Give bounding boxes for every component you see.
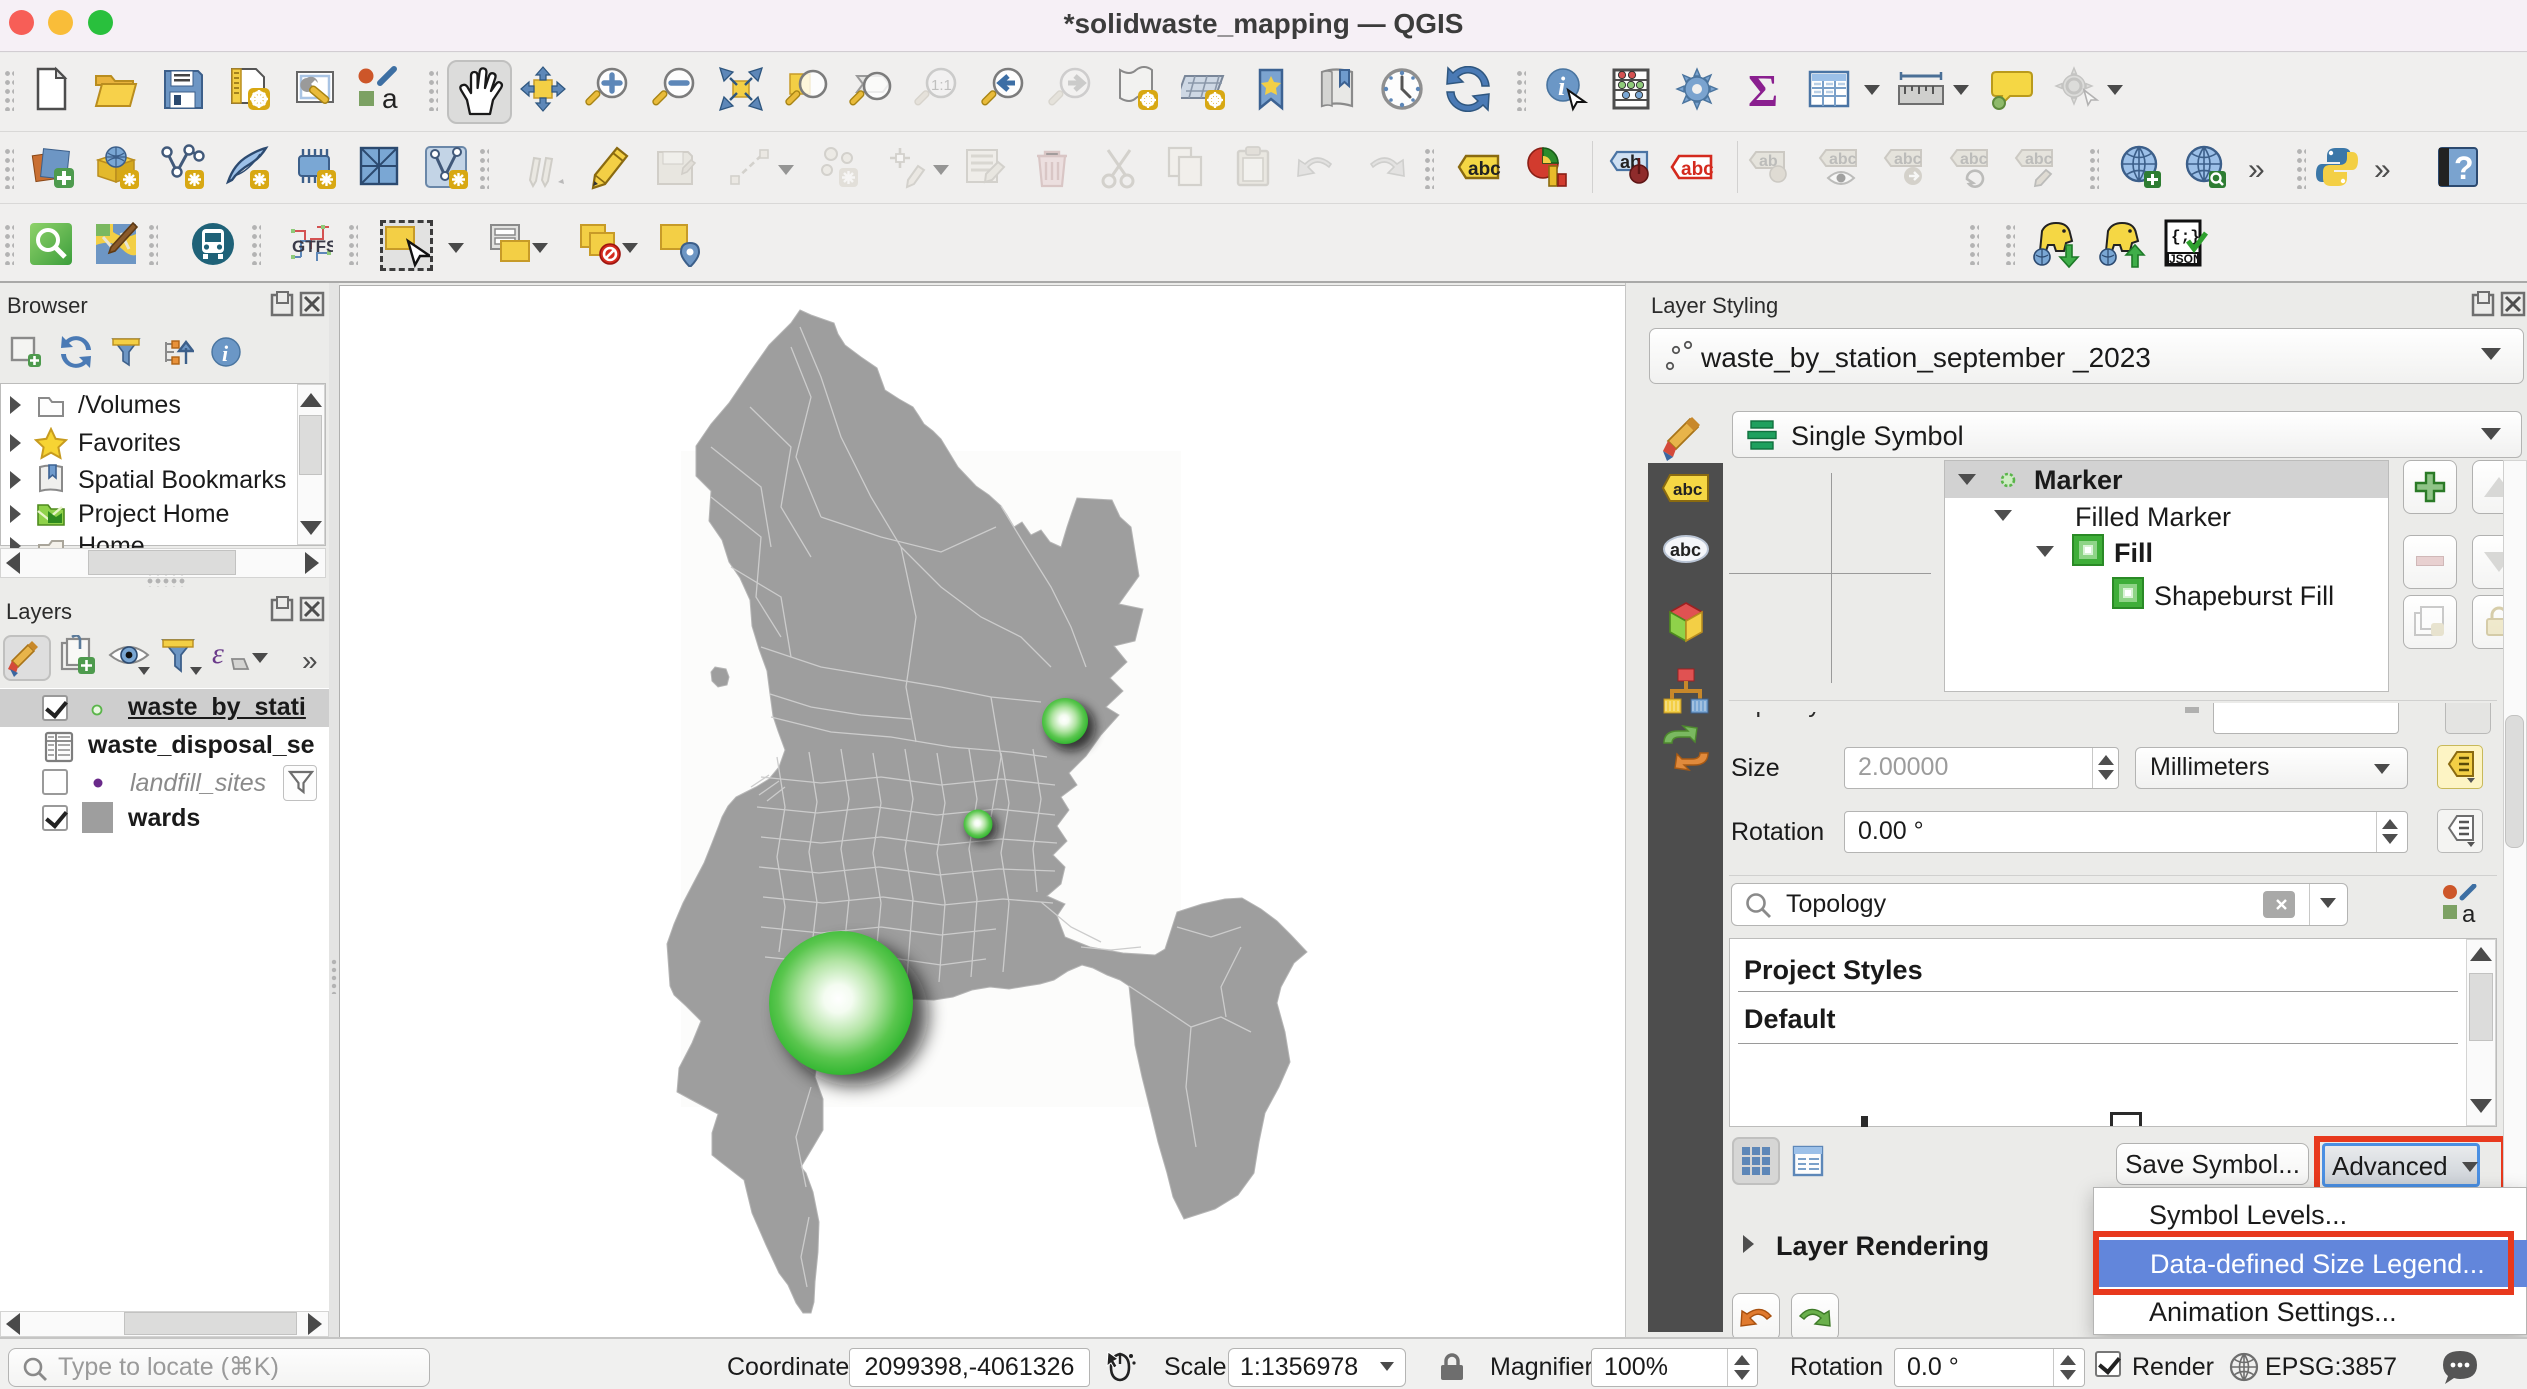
svg-text:abc: abc bbox=[2025, 151, 2053, 168]
svg-text:abc: abc bbox=[1670, 540, 1701, 560]
svg-text:a: a bbox=[2462, 901, 2476, 926]
svg-text:Σ: Σ bbox=[1748, 66, 1778, 112]
svg-text:i: i bbox=[222, 341, 229, 366]
svg-text:abc: abc bbox=[1960, 151, 1988, 168]
svg-text:i: i bbox=[1558, 72, 1566, 101]
svg-text:JSON: JSON bbox=[2169, 252, 2202, 266]
svg-text:abc: abc bbox=[1681, 159, 1714, 180]
svg-text:GTFS: GTFS bbox=[292, 237, 333, 256]
svg-text:abc: abc bbox=[1829, 151, 1857, 168]
svg-text:abc: abc bbox=[1673, 480, 1702, 499]
svg-text:ε: ε bbox=[212, 637, 224, 670]
svg-text:abc: abc bbox=[1894, 151, 1922, 168]
svg-text:abc: abc bbox=[1468, 159, 1501, 180]
svg-text:1:1: 1:1 bbox=[931, 77, 952, 94]
svg-text:a: a bbox=[382, 83, 398, 112]
svg-text:?: ? bbox=[2454, 150, 2474, 186]
